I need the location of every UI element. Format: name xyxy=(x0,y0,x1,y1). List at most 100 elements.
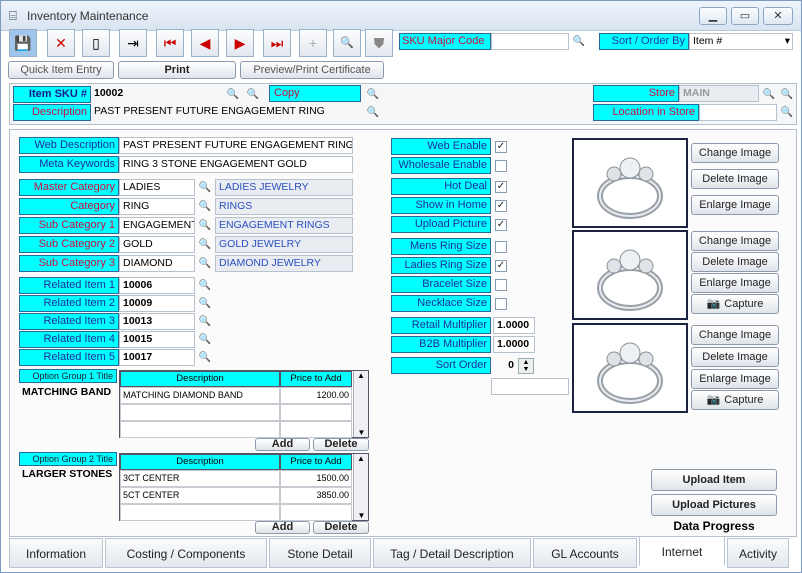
delete-image-button[interactable]: Delete Image xyxy=(691,347,779,367)
exit-icon[interactable]: ⇥ xyxy=(119,29,147,57)
preview-print-button[interactable]: Preview/Print Certificate xyxy=(240,61,384,79)
grid-cell-empty[interactable] xyxy=(280,421,352,438)
capture-button[interactable]: 📷 Capture xyxy=(691,294,779,314)
grid-cell-empty[interactable] xyxy=(120,504,280,521)
last-record-icon[interactable]: ⏭ xyxy=(263,29,291,57)
tab-gl-accounts[interactable]: GL Accounts xyxy=(533,538,637,568)
option-group-1-delete-button[interactable]: Delete xyxy=(313,438,369,451)
save-icon[interactable]: 💾 xyxy=(9,29,37,57)
tab-internet[interactable]: Internet xyxy=(639,536,725,566)
flag-checkbox[interactable] xyxy=(495,160,507,172)
flag-checkbox[interactable]: ✓ xyxy=(495,260,507,272)
scrollbar[interactable]: ▲ ▼ xyxy=(353,371,368,437)
meta-keywords-input[interactable]: RING 3 STONE ENGAGEMENT GOLD xyxy=(119,156,353,173)
tab-activity[interactable]: Activity xyxy=(727,538,789,568)
first-record-icon[interactable]: ⏮ xyxy=(156,29,184,57)
maximize-button[interactable]: ▭ xyxy=(731,7,759,25)
cancel-icon[interactable]: ✕ xyxy=(47,29,75,57)
location-input[interactable] xyxy=(699,104,777,121)
grid-cell-description[interactable]: 5CT CENTER xyxy=(120,487,280,504)
tab-tag-detail-description[interactable]: Tag / Detail Description xyxy=(373,538,531,568)
category-code-input[interactable]: RING xyxy=(119,198,195,215)
store-search-icon[interactable]: 🔍 xyxy=(761,87,777,102)
tab-stone-detail[interactable]: Stone Detail xyxy=(269,538,371,568)
category-code-input[interactable]: ENGAGEMENT xyxy=(119,217,195,234)
minimize-button[interactable]: ▁ xyxy=(699,7,727,25)
flag-checkbox[interactable] xyxy=(495,298,507,310)
related-item-input[interactable]: 10009 xyxy=(119,295,195,312)
grid-cell-price[interactable]: 1500.00 xyxy=(280,470,352,487)
web-description-input[interactable]: PAST PRESENT FUTURE ENGAGEMENT RING xyxy=(119,137,353,154)
sku-search-icon[interactable]: 🔍 xyxy=(571,34,587,49)
flag-checkbox[interactable]: ✓ xyxy=(495,141,507,153)
grid-cell-description[interactable]: MATCHING DIAMOND BAND xyxy=(120,387,280,404)
print-button[interactable]: Print xyxy=(118,61,236,79)
add-icon[interactable]: + xyxy=(299,29,327,57)
flag-checkbox[interactable]: ✓ xyxy=(495,200,507,212)
enlarge-image-button[interactable]: Enlarge Image xyxy=(691,195,779,215)
option-group-2-delete-button[interactable]: Delete xyxy=(313,521,369,534)
location-search-icon[interactable]: 🔍 xyxy=(779,105,795,120)
delete-image-button[interactable]: Delete Image xyxy=(691,252,779,272)
option-group-1-title-value[interactable]: MATCHING BAND xyxy=(19,385,117,402)
ring-image[interactable] xyxy=(572,230,688,320)
new-record-icon[interactable]: ▯ xyxy=(82,29,110,57)
grid-cell-empty[interactable] xyxy=(120,421,280,438)
retail-multiplier-input[interactable]: 1.0000 xyxy=(493,317,535,334)
flag-checkbox[interactable]: ✓ xyxy=(495,219,507,231)
related-item-search-icon[interactable]: 🔍 xyxy=(197,314,213,329)
binoculars-icon[interactable]: 🔍 xyxy=(245,87,261,102)
ring-image[interactable] xyxy=(572,323,688,413)
flag-checkbox[interactable] xyxy=(495,241,507,253)
related-item-search-icon[interactable]: 🔍 xyxy=(197,350,213,365)
store-value[interactable]: MAIN xyxy=(679,85,759,102)
sort-order-input[interactable]: 0 xyxy=(493,358,517,375)
category-search-icon[interactable]: 🔍 xyxy=(197,180,213,195)
option-group-1-grid[interactable]: Description Price to Add MATCHING DIAMON… xyxy=(119,370,369,438)
category-search-icon[interactable]: 🔍 xyxy=(197,256,213,271)
b2b-multiplier-input[interactable]: 1.0000 xyxy=(493,336,535,353)
previous-record-icon[interactable]: ◀ xyxy=(191,29,219,57)
related-item-input[interactable]: 10006 xyxy=(119,277,195,294)
find-icon[interactable]: 🔍 xyxy=(333,29,361,57)
shield-icon[interactable]: ⛊ xyxy=(365,29,393,57)
related-item-search-icon[interactable]: 🔍 xyxy=(197,296,213,311)
store-search-icon-2[interactable]: 🔍 xyxy=(779,87,795,102)
category-search-icon[interactable]: 🔍 xyxy=(197,237,213,252)
upload-pictures-button[interactable]: Upload Pictures xyxy=(651,494,777,516)
capture-button[interactable]: 📷 Capture xyxy=(691,390,779,410)
close-button[interactable]: ✕ xyxy=(763,7,793,25)
scrollbar[interactable]: ▲ ▼ xyxy=(353,454,368,520)
tab-information[interactable]: Information xyxy=(9,538,103,568)
related-item-search-icon[interactable]: 🔍 xyxy=(197,278,213,293)
item-sku-value[interactable]: 10002 xyxy=(91,86,221,103)
sort-order-select[interactable]: Item # ▾ xyxy=(689,33,793,50)
option-group-2-grid[interactable]: Description Price to Add 3CT CENTER 1500… xyxy=(119,453,369,521)
sort-order-extra-input[interactable] xyxy=(491,378,569,395)
enlarge-image-button[interactable]: Enlarge Image xyxy=(691,369,779,389)
tab-costing-components[interactable]: Costing / Components xyxy=(105,538,267,568)
grid-cell-empty[interactable] xyxy=(120,404,280,421)
flag-checkbox[interactable]: ✓ xyxy=(495,181,507,193)
delete-image-button[interactable]: Delete Image xyxy=(691,169,779,189)
related-item-input[interactable]: 10015 xyxy=(119,331,195,348)
upload-item-button[interactable]: Upload Item xyxy=(651,469,777,491)
flag-checkbox[interactable] xyxy=(495,279,507,291)
grid-cell-description[interactable]: 3CT CENTER xyxy=(120,470,280,487)
category-code-input[interactable]: DIAMOND xyxy=(119,255,195,272)
next-record-icon[interactable]: ▶ xyxy=(226,29,254,57)
related-item-input[interactable]: 10017 xyxy=(119,349,195,366)
category-code-input[interactable]: LADIES xyxy=(119,179,195,196)
change-image-button[interactable]: Change Image xyxy=(691,231,779,251)
option-group-1-add-button[interactable]: Add xyxy=(255,438,310,451)
binoculars-icon[interactable]: 🔍 xyxy=(225,87,241,102)
category-search-icon[interactable]: 🔍 xyxy=(197,218,213,233)
option-group-2-title-value[interactable]: LARGER STONES xyxy=(19,467,117,484)
grid-cell-price[interactable]: 1200.00 xyxy=(280,387,352,404)
description-search-icon[interactable]: 🔍 xyxy=(365,105,381,120)
category-code-input[interactable]: GOLD xyxy=(119,236,195,253)
category-search-icon[interactable]: 🔍 xyxy=(197,199,213,214)
grid-cell-price[interactable]: 3850.00 xyxy=(280,487,352,504)
related-item-input[interactable]: 10013 xyxy=(119,313,195,330)
grid-cell-empty[interactable] xyxy=(280,404,352,421)
